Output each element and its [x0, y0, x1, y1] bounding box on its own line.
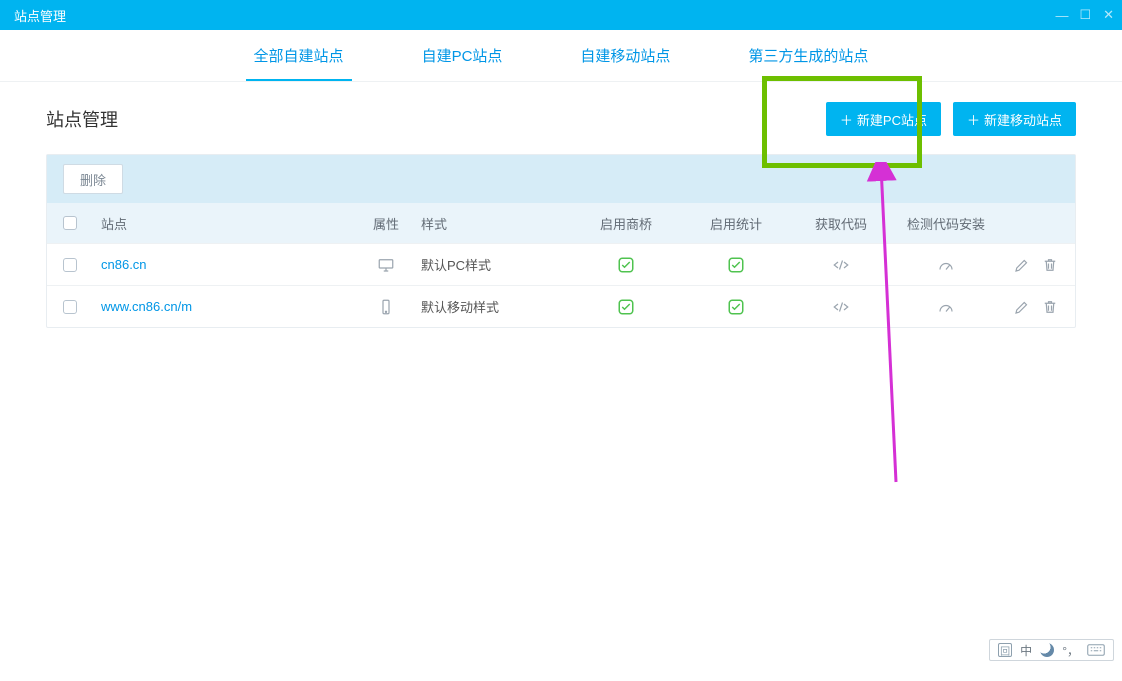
new-pc-site-button[interactable]: ＋ 新建PC站点	[826, 102, 941, 136]
table-header: 站点 属性 样式 启用商桥 启用统计 获取代码 检测代码安装	[47, 203, 1075, 243]
code-icon[interactable]	[832, 298, 850, 316]
delete-button[interactable]: 删除	[63, 164, 123, 194]
window-controls: — ☐ ✕	[1055, 7, 1114, 23]
new-mobile-site-button[interactable]: ＋ 新建移动站点	[953, 102, 1076, 136]
plus-icon: ＋	[840, 110, 853, 129]
mobile-icon	[377, 298, 395, 316]
new-pc-site-label: 新建PC站点	[857, 110, 927, 129]
tab-all-sites[interactable]: 全部自建站点	[250, 31, 348, 80]
header-attr: 属性	[351, 214, 421, 233]
edit-icon[interactable]	[1013, 256, 1031, 274]
maximize-icon[interactable]: ☐	[1079, 7, 1091, 23]
moon-icon[interactable]	[1040, 643, 1054, 657]
table-row: cn86.cn 默认PC样式	[47, 243, 1075, 285]
header-site: 站点	[101, 214, 351, 233]
gauge-icon[interactable]	[937, 256, 955, 274]
tab-mobile-sites[interactable]: 自建移动站点	[576, 31, 674, 80]
desktop-icon	[377, 256, 395, 274]
titlebar: 站点管理 — ☐ ✕	[0, 0, 1122, 30]
code-icon[interactable]	[832, 256, 850, 274]
minimize-icon[interactable]: —	[1055, 8, 1067, 23]
style-cell: 默认PC样式	[421, 255, 571, 274]
table-row: www.cn86.cn/m 默认移动样式	[47, 285, 1075, 327]
check-icon[interactable]	[617, 256, 635, 274]
check-icon[interactable]	[727, 256, 745, 274]
edit-icon[interactable]	[1013, 298, 1031, 316]
site-link[interactable]: cn86.cn	[101, 257, 147, 272]
header-inst: 检测代码安装	[891, 214, 1001, 233]
new-mobile-site-label: 新建移动站点	[984, 110, 1062, 129]
header-style: 样式	[421, 214, 571, 233]
header-code: 获取代码	[791, 214, 891, 233]
select-all-checkbox[interactable]	[63, 216, 77, 230]
check-icon[interactable]	[727, 298, 745, 316]
ime-lang[interactable]: 中	[1020, 642, 1032, 659]
row-checkbox[interactable]	[63, 258, 77, 272]
table-toolbar: 删除	[47, 155, 1075, 203]
style-cell: 默认移动样式	[421, 297, 571, 316]
close-icon[interactable]: ✕	[1103, 7, 1114, 23]
check-icon[interactable]	[617, 298, 635, 316]
ime-status-bar[interactable]: 回 中 °，	[989, 639, 1114, 661]
row-checkbox[interactable]	[63, 300, 77, 314]
page-title: 站点管理	[46, 106, 118, 132]
gauge-icon[interactable]	[937, 298, 955, 316]
trash-icon[interactable]	[1041, 256, 1059, 274]
keyboard-icon[interactable]	[1087, 644, 1105, 656]
tab-pc-sites[interactable]: 自建PC站点	[418, 31, 507, 80]
trash-icon[interactable]	[1041, 298, 1059, 316]
header-stat: 启用统计	[681, 214, 791, 233]
site-link[interactable]: www.cn86.cn/m	[101, 299, 192, 314]
plus-icon: ＋	[967, 110, 980, 129]
site-table: 删除 站点 属性 样式 启用商桥 启用统计 获取代码 检测代码安装 cn86.c…	[46, 154, 1076, 328]
ime-tool-icon[interactable]: 回	[998, 643, 1012, 657]
header-qiao: 启用商桥	[571, 214, 681, 233]
tab-thirdparty-sites[interactable]: 第三方生成的站点	[744, 31, 872, 80]
window-title: 站点管理	[14, 6, 66, 25]
tabs: 全部自建站点 自建PC站点 自建移动站点 第三方生成的站点	[0, 30, 1122, 82]
ime-punct[interactable]: °，	[1062, 642, 1079, 659]
